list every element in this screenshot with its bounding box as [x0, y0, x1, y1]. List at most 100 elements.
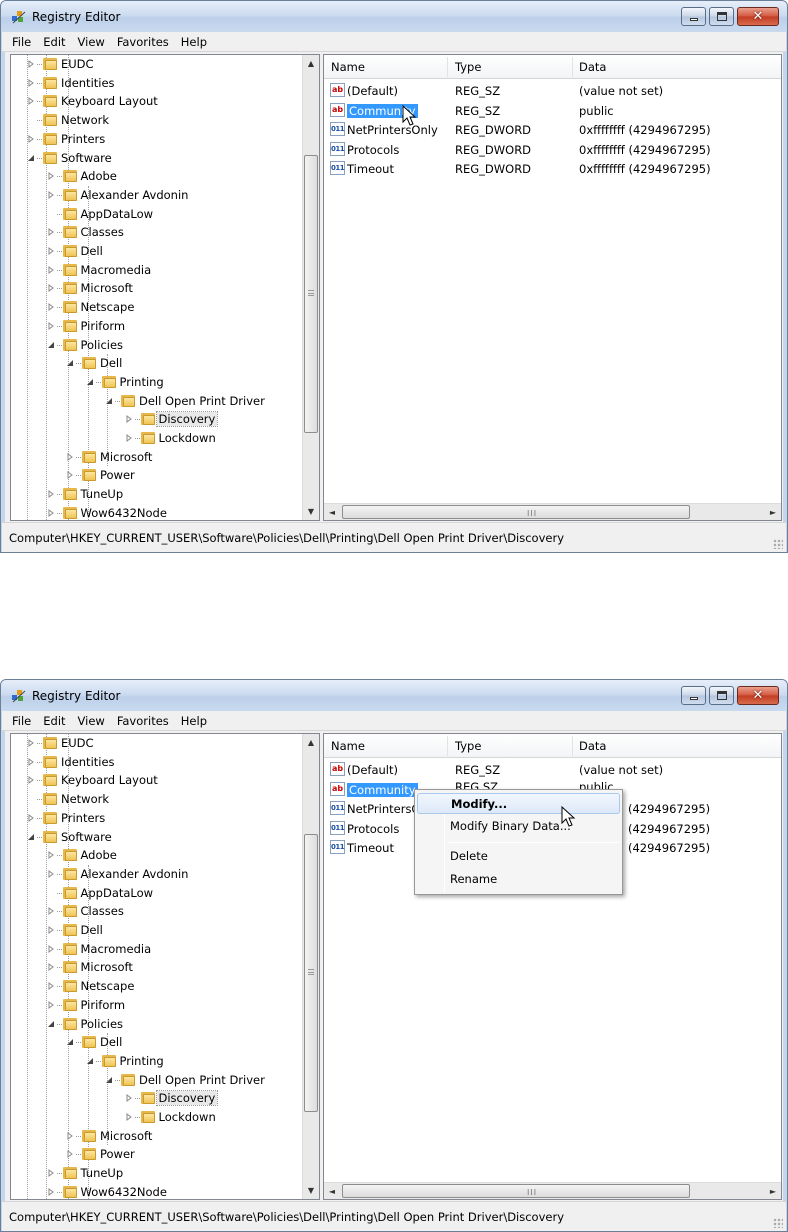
tree-node[interactable]: Microsoft	[11, 1127, 305, 1145]
tree-node[interactable]: Classes	[11, 223, 305, 241]
scroll-down-arrow-icon[interactable]: ▼	[303, 1182, 319, 1199]
expand-triangle-icon[interactable]	[47, 907, 55, 916]
tree-node[interactable]: Macromedia	[11, 261, 305, 279]
expand-triangle-icon[interactable]	[27, 78, 35, 87]
expand-triangle-icon[interactable]	[47, 490, 55, 499]
menu-view[interactable]: View	[72, 712, 111, 730]
collapse-triangle-icon[interactable]	[66, 359, 74, 367]
expand-triangle-icon[interactable]	[27, 739, 35, 747]
expand-triangle-icon[interactable]	[47, 190, 55, 199]
menu-edit[interactable]: Edit	[37, 33, 71, 51]
expand-triangle-icon[interactable]	[47, 284, 55, 293]
expand-triangle-icon[interactable]	[66, 1131, 74, 1140]
collapse-triangle-icon[interactable]	[86, 1057, 94, 1065]
column-header-type[interactable]: Type	[455, 60, 481, 74]
tree-node[interactable]: Adobe	[11, 846, 305, 864]
tree-node[interactable]: Network	[11, 111, 305, 129]
column-header-data[interactable]: Data	[579, 739, 606, 753]
tree-node[interactable]: Microsoft	[11, 958, 305, 976]
values-list-pane[interactable]: Name Type Data ab (Default) REG_SZ (value n…	[323, 54, 782, 521]
expand-triangle-icon[interactable]	[47, 265, 55, 274]
expand-triangle-icon[interactable]	[47, 247, 55, 255]
menu-favorites[interactable]: Favorites	[111, 712, 175, 730]
expand-triangle-icon[interactable]	[125, 434, 133, 442]
list-horizontal-scrollbar[interactable]: ◄ III ►	[324, 1182, 781, 1199]
expand-triangle-icon[interactable]	[47, 172, 55, 181]
title-bar[interactable]: Registry Editor ✕	[1, 1, 787, 32]
collapse-triangle-icon[interactable]	[27, 833, 35, 841]
tree-node[interactable]: Identities	[11, 753, 305, 771]
title-bar[interactable]: Registry Editor ✕	[1, 680, 787, 711]
column-header-type[interactable]: Type	[455, 739, 481, 753]
maximize-button[interactable]	[709, 7, 734, 26]
close-button[interactable]: ✕	[737, 7, 779, 26]
menu-file[interactable]: File	[6, 712, 37, 730]
menu-help[interactable]: Help	[175, 33, 213, 51]
tree-node[interactable]: Alexander Avdonin	[11, 865, 305, 883]
maximize-button[interactable]	[709, 686, 734, 705]
tree-node[interactable]: Power	[11, 466, 305, 484]
expand-triangle-icon[interactable]	[125, 1113, 133, 1121]
expand-triangle-icon[interactable]	[47, 1187, 55, 1196]
resize-grip-icon[interactable]	[773, 539, 783, 549]
column-divider[interactable]	[447, 736, 448, 756]
collapse-triangle-icon[interactable]	[47, 341, 55, 349]
scroll-thumb[interactable]	[304, 155, 318, 433]
expand-triangle-icon[interactable]	[47, 851, 55, 860]
expand-triangle-icon[interactable]	[47, 228, 55, 237]
horizontal-scroll-thumb[interactable]: III	[342, 1184, 690, 1198]
context-menu-modify[interactable]: Modify...	[417, 793, 620, 814]
collapse-triangle-icon[interactable]	[27, 154, 35, 162]
tree-node[interactable]: Software	[11, 149, 305, 167]
scroll-down-arrow-icon[interactable]: ▼	[303, 503, 319, 520]
menu-view[interactable]: View	[72, 33, 111, 51]
tree-node[interactable]: Policies	[11, 1015, 305, 1033]
key-tree-pane[interactable]: EUDC Identities Keyboard Layout Network Prin…	[10, 54, 320, 521]
resize-grip-icon[interactable]	[773, 1218, 783, 1228]
minimize-button[interactable]	[681, 7, 706, 26]
tree-node[interactable]: AppDataLow	[11, 884, 305, 902]
collapse-triangle-icon[interactable]	[105, 1076, 113, 1084]
tree-node[interactable]: Keyboard Layout	[11, 92, 305, 110]
tree-node[interactable]: Netscape	[11, 298, 305, 316]
scroll-left-arrow-icon[interactable]: ◄	[324, 504, 340, 520]
scroll-thumb[interactable]	[304, 834, 318, 1112]
key-tree-pane[interactable]: EUDC Identities Keyboard Layout Network Prin…	[10, 733, 320, 1200]
tree-node[interactable]: Microsoft	[11, 279, 305, 297]
tree-node[interactable]: Adobe	[11, 167, 305, 185]
tree-node[interactable]: Discovery	[11, 1089, 305, 1107]
collapse-triangle-icon[interactable]	[47, 1020, 55, 1028]
tree-node[interactable]: Power	[11, 1145, 305, 1163]
tree-node[interactable]: TuneUp	[11, 1164, 305, 1182]
tree-node[interactable]: TuneUp	[11, 485, 305, 503]
expand-triangle-icon[interactable]	[47, 1000, 55, 1009]
tree-node[interactable]: Discovery	[11, 410, 305, 428]
expand-triangle-icon[interactable]	[27, 60, 35, 68]
column-divider[interactable]	[447, 57, 448, 77]
tree-node[interactable]: Dell	[11, 921, 305, 939]
tree-node[interactable]: Dell	[11, 354, 305, 372]
tree-node[interactable]: Dell Open Print Driver	[11, 392, 305, 410]
tree-node[interactable]: EUDC	[11, 55, 305, 73]
value-row[interactable]: ab (Default) REG_SZ (value not set)	[324, 81, 781, 100]
tree-vertical-scrollbar[interactable]: ▲ ▼	[302, 734, 319, 1199]
expand-triangle-icon[interactable]	[47, 869, 55, 878]
tree-node[interactable]: Wow6432Node	[11, 1183, 305, 1199]
value-row[interactable]: ab Community REG_SZ public	[324, 101, 781, 120]
value-row[interactable]: 011 Protocols REG_DWORD 0xffffffff (4294967…	[324, 140, 781, 159]
menu-edit[interactable]: Edit	[37, 712, 71, 730]
expand-triangle-icon[interactable]	[47, 963, 55, 972]
menu-file[interactable]: File	[6, 33, 37, 51]
menu-favorites[interactable]: Favorites	[111, 33, 175, 51]
scroll-right-arrow-icon[interactable]: ►	[765, 504, 781, 520]
expand-triangle-icon[interactable]	[27, 134, 35, 143]
tree-node[interactable]: Printing	[11, 1052, 305, 1070]
context-menu-rename[interactable]: Rename	[417, 869, 620, 890]
tree-node[interactable]: Netscape	[11, 977, 305, 995]
tree-node[interactable]: Policies	[11, 336, 305, 354]
expand-triangle-icon[interactable]	[125, 415, 133, 424]
scroll-up-arrow-icon[interactable]: ▲	[303, 55, 319, 72]
tree-node[interactable]: Software	[11, 828, 305, 846]
collapse-triangle-icon[interactable]	[105, 397, 113, 405]
tree-node[interactable]: EUDC	[11, 734, 305, 752]
